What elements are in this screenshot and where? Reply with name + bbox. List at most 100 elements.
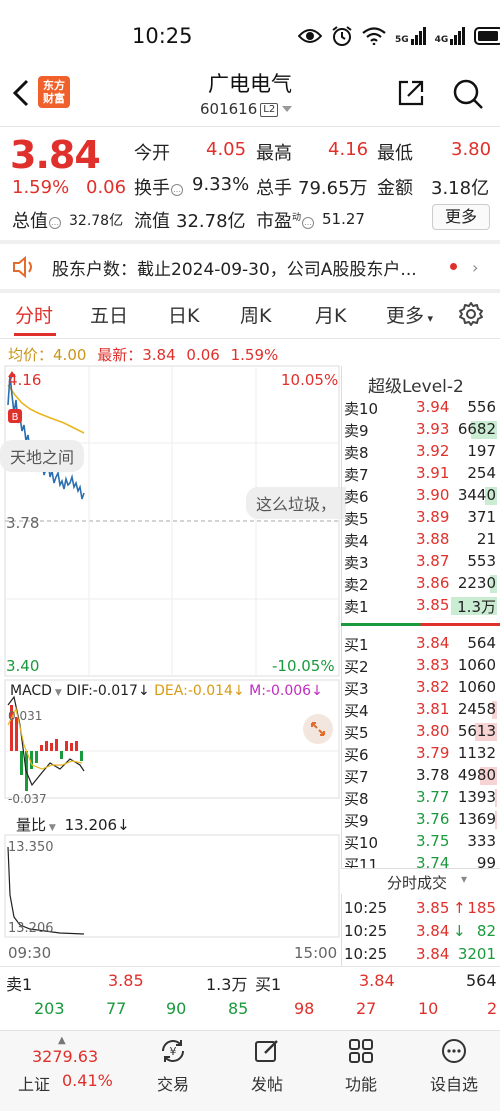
order-level-label: 买2 [344, 658, 369, 676]
change-percent: 1.59% [12, 177, 70, 198]
order-price: 3.77 [416, 788, 450, 806]
order-level-label: 买4 [344, 702, 369, 720]
expand-icon [311, 722, 325, 736]
order-book-row[interactable]: 买4 3.81 2458 [341, 699, 500, 721]
order-book-row[interactable]: 卖10 3.94 556 [341, 397, 500, 419]
order-qty: 2458 [457, 700, 496, 718]
signal-4g-icon: 4G [435, 27, 466, 45]
trades-header[interactable]: 分时成交 ▾ [341, 868, 500, 894]
order-book-row[interactable]: 买2 3.83 1060 [341, 655, 500, 677]
bottom-nav: ▲ 3279.63 上证 0.41% ¥ 交易 发帖 功能 设自选 [0, 1030, 500, 1111]
mcap-label: 总值… [12, 211, 61, 232]
order-level-label: 买1 [344, 636, 369, 654]
order-price: 3.79 [416, 744, 450, 762]
order-level-label: 买7 [344, 768, 369, 786]
order-book-row[interactable]: 卖9 3.93 6682 [341, 419, 500, 441]
order-price: 3.90 [416, 486, 450, 504]
chart-summary-line: 均价：4.00 最新：3.84 0.06 1.59% [8, 346, 279, 364]
level-badge: L2 [260, 103, 279, 117]
more-stats-button[interactable]: 更多 [432, 204, 490, 230]
tab-daily-k[interactable]: 日K [168, 301, 199, 328]
order-qty: 4980 [457, 766, 496, 784]
comment-bubble[interactable]: 天地之间 [0, 440, 85, 472]
order-qty: 6682 [457, 420, 496, 438]
search-icon[interactable] [452, 78, 484, 110]
macd-axis-top: 0.031 [8, 709, 43, 723]
order-level-label: 卖2 [344, 576, 369, 594]
battery-icon [474, 27, 500, 45]
order-price: 3.88 [416, 530, 450, 548]
tab-more[interactable]: 更多 ▾ [386, 301, 433, 328]
pe-label: 市盈动… [256, 211, 315, 232]
caret-up-icon: ▲ [58, 1035, 66, 1046]
order-qty: 1369 [457, 810, 496, 828]
order-book-row[interactable]: 买5 3.80 5613 [341, 721, 500, 743]
current-price: 3.84 [10, 133, 101, 177]
edit-icon [255, 1040, 278, 1062]
order-level-label: 卖4 [344, 532, 369, 550]
order-qty: 2230 [457, 574, 496, 592]
order-book-row[interactable]: 买1 3.84 564 [341, 633, 500, 655]
eye-icon [298, 29, 322, 43]
tab-monthly-k[interactable]: 月K [315, 301, 346, 328]
chevron-down-icon [282, 106, 293, 112]
order-qty: 1060 [457, 656, 496, 674]
order-book-row[interactable]: 卖3 3.87 553 [341, 551, 500, 573]
macd-selector[interactable]: MACD ▼ [10, 683, 62, 699]
change-amount: 0.06 [86, 177, 127, 198]
order-qty: 197 [467, 442, 496, 460]
order-price: 3.87 [416, 552, 450, 570]
order-level-label: 卖1 [344, 598, 369, 616]
order-book-row[interactable]: 买3 3.82 1060 [341, 677, 500, 699]
index-widget[interactable]: ▲ 3279.63 上证 0.41% [14, 1035, 124, 1105]
order-book-row[interactable]: 卖5 3.89 371 [341, 507, 500, 529]
order-qty: 21 [476, 530, 496, 548]
order-book-row[interactable]: 卖6 3.90 3440 [341, 485, 500, 507]
book-split-bar [341, 623, 500, 626]
notice-bar[interactable]: 股东户数：截止2024-09-30，公司A股股东户... › [0, 244, 500, 288]
turnover-value: 9.33% [192, 174, 250, 195]
order-book-row[interactable]: 卖2 3.86 2230 [341, 573, 500, 595]
order-price: 3.76 [416, 810, 450, 828]
gear-icon[interactable] [458, 301, 484, 327]
tab-weekly-k[interactable]: 周K [240, 301, 271, 328]
order-book-row[interactable]: 卖8 3.92 197 [341, 441, 500, 463]
stock-code[interactable]: 601616 L2 [200, 100, 293, 118]
order-level-label: 卖10 [344, 400, 379, 418]
order-book-row[interactable]: 买8 3.77 1393 [341, 787, 500, 809]
trade-direction-icon: ↑ [453, 899, 466, 917]
average-price-line [7, 384, 85, 434]
order-qty: 1393 [457, 788, 496, 806]
tab-intraday[interactable]: 分时 [15, 301, 53, 328]
order-book-row[interactable]: 买7 3.78 4980 [341, 765, 500, 787]
info-icon: … [171, 184, 183, 196]
volume-ratio-axis-top: 13.350 [8, 840, 54, 855]
order-price: 3.92 [416, 442, 450, 460]
best-quote-row: 卖1 3.85 1.3万 买1 3.84 564 [0, 967, 500, 995]
order-book-row[interactable]: 买9 3.76 1369 [341, 809, 500, 831]
order-book-row[interactable]: 卖4 3.88 21 [341, 529, 500, 551]
level2-title[interactable]: 超级Level-2 [368, 372, 464, 397]
tab-five-day[interactable]: 五日 [90, 301, 128, 328]
order-book-row[interactable]: 卖1 3.85 1.3万 [341, 595, 500, 617]
volume-ratio-header[interactable]: 量比 ▼ 13.206↓ [16, 814, 130, 835]
order-book-row[interactable]: 卖7 3.91 254 [341, 463, 500, 485]
yuan-refresh-icon: ¥ [162, 1040, 184, 1062]
turnover-label: 换手… [134, 178, 183, 199]
order-level-label: 卖5 [344, 510, 369, 528]
order-book-row[interactable]: 买6 3.79 1132 [341, 743, 500, 765]
order-book-row[interactable]: 买10 3.75 333 [341, 831, 500, 853]
stock-header: 东方 财富 广电电气 601616 L2 [0, 60, 500, 124]
order-level-label: 买9 [344, 812, 369, 830]
alarm-icon [332, 26, 352, 46]
order-price: 3.78 [416, 766, 450, 784]
comment-bubble[interactable]: 这么垃圾， [246, 487, 347, 519]
expand-chart-button[interactable] [303, 714, 333, 744]
trade-qty: 82 [476, 922, 496, 940]
order-qty: 5613 [457, 722, 496, 740]
notice-text: 股东户数：截止2024-09-30，公司A股股东户... [52, 260, 417, 280]
trade-time: 10:25 [344, 945, 388, 963]
chevron-right-icon: › [472, 258, 479, 277]
unread-dot [450, 263, 457, 270]
share-icon[interactable] [396, 78, 426, 108]
